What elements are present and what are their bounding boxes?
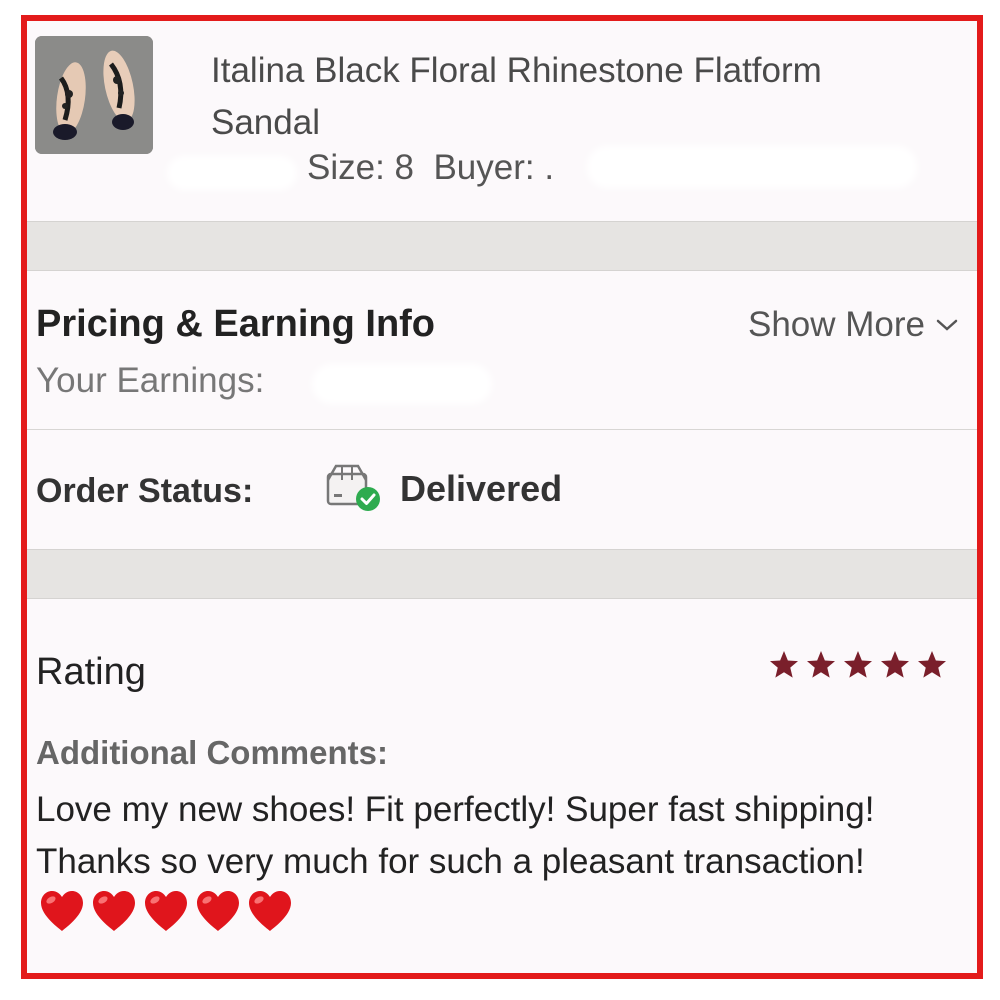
chevron-down-icon — [936, 319, 958, 331]
heart-icon — [197, 891, 239, 931]
product-title[interactable]: Italina Black Floral Rhinestone Flatform… — [211, 45, 931, 149]
heart-icon — [41, 891, 83, 931]
show-more-button[interactable]: Show More — [748, 305, 959, 345]
additional-comments-label: Additional Comments: — [36, 734, 388, 771]
heart-emojis — [38, 889, 294, 933]
order-status-section: Order Status: Delivered — [27, 429, 977, 550]
size-buyer-line: Size: 8 Buyer: . — [307, 148, 554, 188]
star-icon — [844, 651, 872, 678]
star-icon — [807, 651, 835, 678]
pricing-title: Pricing & Earning Info — [36, 303, 436, 345]
comment-text: Love my new shoes! Fit perfectly! Super … — [36, 790, 875, 881]
order-status-label: Order Status: — [36, 472, 254, 510]
heart-icon — [145, 891, 187, 931]
star-icon — [770, 651, 798, 678]
heart-icon — [93, 891, 135, 931]
star-rating — [768, 649, 948, 681]
buyer-label: Buyer: . — [433, 148, 555, 187]
redacted-area — [167, 156, 297, 190]
redacted-earnings — [312, 364, 492, 404]
package-delivered-icon — [326, 464, 380, 511]
rating-section: Rating Additional Comments: Love my new … — [27, 599, 977, 973]
show-more-label: Show More — [747, 305, 925, 344]
pricing-section: Pricing & Earning Info Show More Your Ea… — [27, 272, 977, 429]
section-divider — [27, 221, 977, 271]
order-status-value: Delivered — [400, 468, 563, 509]
heart-icon — [249, 891, 291, 931]
star-icon — [918, 651, 946, 678]
rating-title: Rating — [36, 651, 146, 693]
item-summary[interactable]: Italina Black Floral Rhinestone Flatform… — [27, 21, 977, 221]
comment-text-block: Love my new shoes! Fit perfectly! Super … — [36, 784, 936, 940]
order-card: Italina Black Floral Rhinestone Flatform… — [21, 15, 983, 979]
star-icon — [881, 651, 909, 678]
section-divider — [27, 549, 977, 599]
earnings-label: Your Earnings: — [36, 361, 265, 400]
size-label: Size: 8 — [307, 148, 414, 187]
product-thumbnail[interactable] — [35, 36, 153, 154]
redacted-buyer — [587, 146, 917, 188]
